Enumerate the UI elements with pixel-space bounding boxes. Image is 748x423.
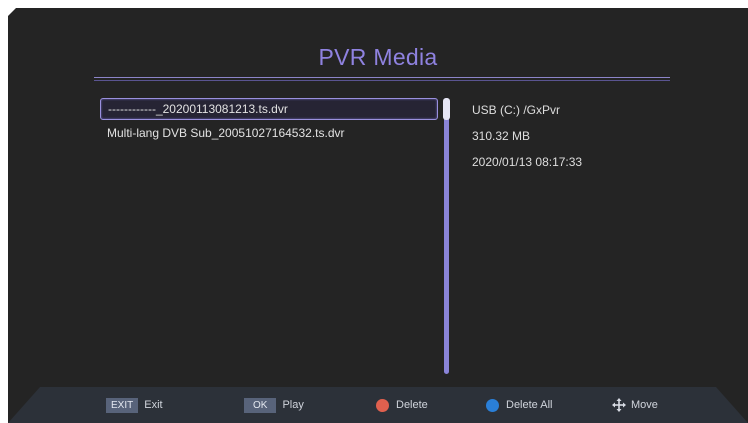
delete-all-hint[interactable]: Delete All xyxy=(486,387,552,423)
title-divider-shadow xyxy=(94,80,670,81)
title-divider xyxy=(94,77,670,78)
delete-hint[interactable]: Delete xyxy=(376,387,428,423)
red-dot-icon xyxy=(376,398,389,412)
blue-dot-icon xyxy=(486,398,499,412)
ok-key: OK xyxy=(244,397,277,413)
move-hint[interactable]: Move xyxy=(612,387,658,423)
exit-hint[interactable]: EXIT Exit xyxy=(106,387,163,423)
exit-label: Exit xyxy=(144,399,163,411)
pvr-media-screen: PVR Media ------------_20200113081213.ts… xyxy=(8,8,748,423)
file-info-panel: USB (C:) /GxPvr 310.32 MB 2020/01/13 08:… xyxy=(472,102,582,180)
scrollbar-thumb[interactable] xyxy=(443,98,450,120)
delete-all-label: Delete All xyxy=(506,399,553,411)
delete-label: Delete xyxy=(396,399,428,411)
scrollbar-track[interactable] xyxy=(444,98,449,374)
exit-key: EXIT xyxy=(106,397,139,413)
move-label: Move xyxy=(631,399,658,411)
file-path: USB (C:) /GxPvr xyxy=(472,103,561,117)
file-item[interactable]: Multi-lang DVB Sub_20051027164532.ts.dvr xyxy=(100,122,438,144)
file-size: 310.32 MB xyxy=(472,129,531,143)
file-item-selected[interactable]: ------------_20200113081213.ts.dvr xyxy=(100,98,438,120)
play-label: Play xyxy=(282,399,304,411)
key-hint-bar: EXIT Exit OK Play Delete Delete All Move xyxy=(8,387,748,423)
move-arrows-icon xyxy=(612,398,626,412)
page-title: PVR Media xyxy=(318,44,438,70)
file-datetime: 2020/01/13 08:17:33 xyxy=(472,155,583,169)
play-hint[interactable]: OK Play xyxy=(244,387,304,423)
